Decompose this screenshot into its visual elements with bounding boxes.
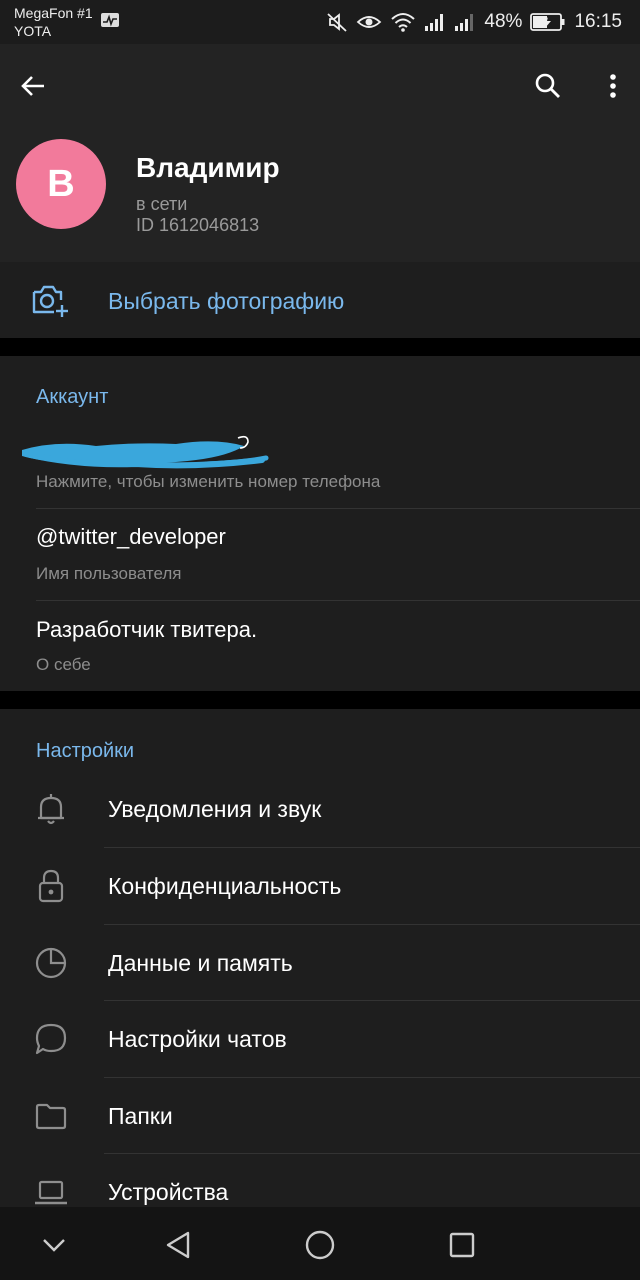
eye-icon [357,16,382,28]
back-button[interactable] [13,66,53,106]
battery-icon [530,13,565,31]
wifi-icon [391,13,416,32]
camera-add-icon [32,285,68,317]
search-icon [535,73,560,98]
settings-item-privacy[interactable]: Конфиденциальность [0,848,640,924]
square-recents-icon [449,1232,475,1258]
settings-item-label: Настройки чатов [108,1026,287,1052]
profile-header: В Владимир в сети ID 1612046813 [0,44,640,262]
clock: 16:15 [574,11,622,32]
status-icons: 48% 16:15 [326,10,622,34]
account-header: Аккаунт [36,386,109,408]
status-bar: MegaFon #1 YOTA 48% 16:15 [0,0,640,44]
arrow-left-icon [21,76,44,96]
settings-item-notifications[interactable]: Уведомления и звук [0,771,640,847]
signal-icon-2 [455,14,474,31]
circle-home-icon [305,1230,335,1260]
settings-item-label: Уведомления и звук [108,796,322,822]
battery-percent: 48% [484,11,523,32]
laptop-icon [35,1180,67,1205]
settings-header: Настройки [36,740,135,762]
signal-icon [425,14,444,31]
carrier-name-1: MegaFon #1 [14,5,93,21]
settings-item-label: Папки [108,1103,173,1129]
hide-nav-button[interactable] [34,1225,74,1265]
carrier-info: MegaFon #1 YOTA [14,4,93,40]
carrier-name-2: YOTA [14,23,52,39]
user-id: ID 1612046813 [136,215,260,235]
username-value: @twitter_developer [36,524,226,549]
lock-icon [38,869,64,903]
triangle-back-icon [166,1231,190,1259]
online-status: в сети [136,194,188,214]
pie-chart-icon [35,947,67,979]
settings-item-chats[interactable]: Настройки чатов [0,1001,640,1077]
chevron-down-icon [43,1239,65,1252]
settings-section: Настройки Уведомления и звук Конфиденциа… [0,709,640,1207]
username-hint: Имя пользователя [36,564,182,583]
divider [36,508,640,509]
settings-item-label: Конфиденциальность [108,873,342,899]
mute-icon [327,13,348,32]
home-nav-button[interactable] [300,1225,340,1265]
settings-item-folders[interactable]: Папки [0,1078,640,1154]
set-photo-button[interactable]: Выбрать фотографию [0,262,640,338]
search-button[interactable] [528,66,568,106]
phone-hint: Нажмите, чтобы изменить номер телефона [36,472,381,491]
folder-icon [35,1103,67,1130]
divider [36,600,640,601]
profile-name: Владимир [136,152,280,183]
account-section: Аккаунт Нажмите, чтобы изменить номер те… [0,356,640,691]
settings-item-label: Данные и память [108,950,293,976]
activity-icon [101,13,119,27]
recents-nav-button[interactable] [442,1225,482,1265]
more-vertical-icon [610,74,616,98]
more-options-button[interactable] [593,66,633,106]
redacted-phone-scribble [22,435,269,469]
back-nav-button[interactable] [158,1225,198,1265]
system-nav-bar [0,1207,640,1280]
bio-hint: О себе [36,655,91,674]
chat-bubble-icon [35,1023,67,1055]
settings-item-label: Устройства [108,1179,229,1205]
set-photo-label: Выбрать фотографию [108,288,345,314]
settings-item-data[interactable]: Данные и память [0,925,640,1001]
avatar[interactable]: В [16,139,106,229]
bell-icon [38,794,64,825]
bio-value: Разработчик твитера. [36,617,258,642]
